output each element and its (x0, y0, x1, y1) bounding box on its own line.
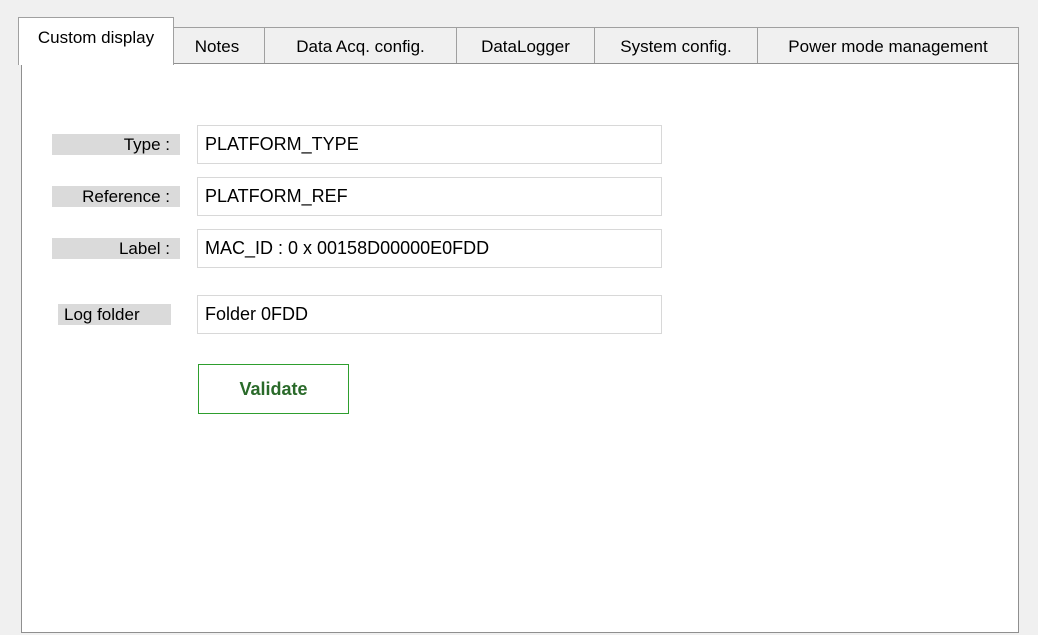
tab-custom-display[interactable]: Custom display (18, 17, 174, 65)
validate-button[interactable]: Validate (198, 364, 349, 414)
log-folder-label: Log folder (58, 304, 171, 325)
tab-data-acq-config[interactable]: Data Acq. config. (264, 27, 457, 64)
tab-datalogger[interactable]: DataLogger (456, 27, 595, 64)
tab-power-mode-management[interactable]: Power mode management (757, 27, 1019, 64)
type-label: Type : (52, 134, 180, 155)
log-folder-field[interactable]: Folder 0FDD (197, 295, 662, 334)
reference-field[interactable]: PLATFORM_REF (197, 177, 662, 216)
tab-strip: Notes Data Acq. config. DataLogger Syste… (18, 16, 1028, 65)
tab-system-config[interactable]: System config. (594, 27, 758, 64)
type-field[interactable]: PLATFORM_TYPE (197, 125, 662, 164)
reference-label: Reference : (52, 186, 180, 207)
custom-display-panel: Type : PLATFORM_TYPE Reference : PLATFOR… (21, 63, 1019, 633)
label-label: Label : (52, 238, 180, 259)
label-field[interactable]: MAC_ID : 0 x 00158D00000E0FDD (197, 229, 662, 268)
tab-notes[interactable]: Notes (169, 27, 265, 64)
